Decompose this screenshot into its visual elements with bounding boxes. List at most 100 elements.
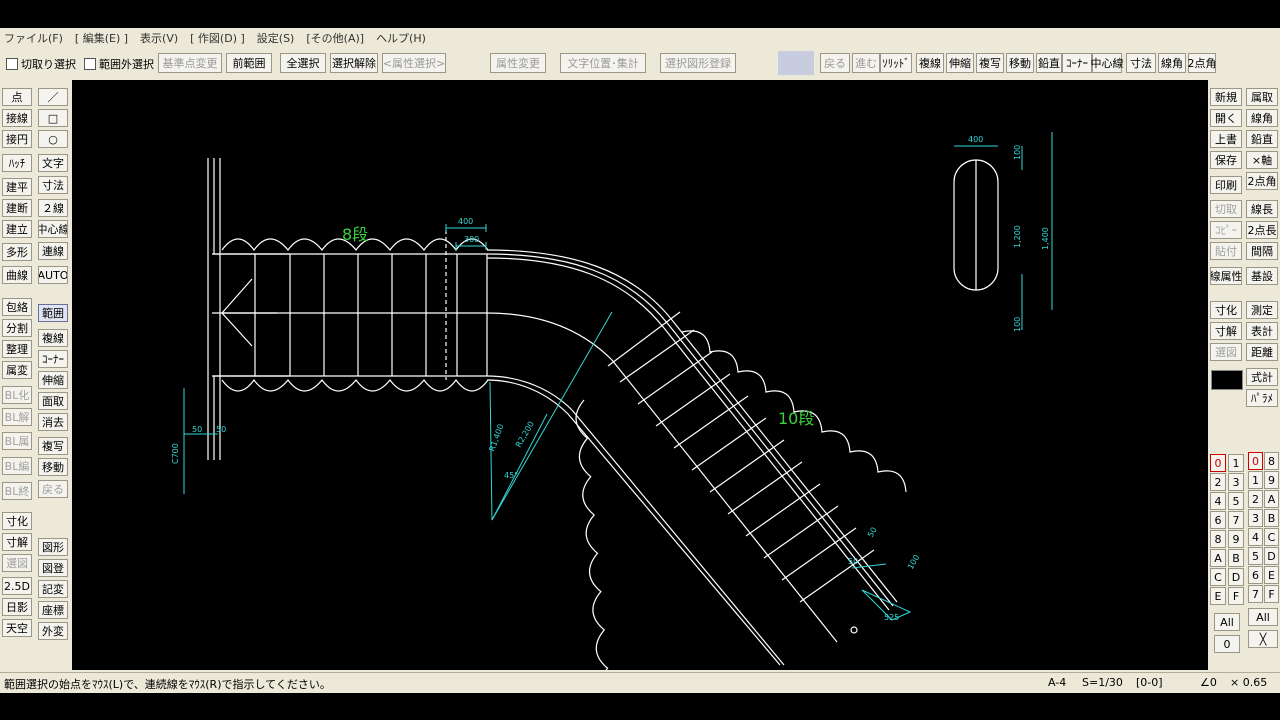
line-color-swatch[interactable] — [1211, 370, 1243, 390]
right-tool2-3[interactable]: ×軸 — [1246, 151, 1278, 169]
right-tool-9[interactable]: 寸化 — [1210, 301, 1242, 319]
layer-group-C[interactable]: C — [1210, 568, 1226, 586]
layer-group-2[interactable]: 2 — [1210, 473, 1226, 491]
left-tool-21[interactable]: 2.5D — [2, 577, 32, 595]
left-tool-14[interactable]: BL解 — [2, 408, 32, 426]
right-tool2-4[interactable]: 2点角 — [1246, 172, 1278, 190]
left-tool2-16[interactable]: 移動 — [38, 458, 68, 476]
layer-group-D[interactable]: D — [1228, 568, 1244, 586]
all-layers-button[interactable]: All — [1248, 608, 1278, 626]
move-button[interactable]: 移動 — [1006, 53, 1034, 73]
left-tool2-13[interactable]: 面取 — [38, 392, 68, 410]
layer-group-A[interactable]: A — [1210, 549, 1226, 567]
layer-8[interactable]: 8 — [1264, 452, 1279, 470]
right-tool-2[interactable]: 上書 — [1210, 130, 1242, 148]
layer-0[interactable]: 0 — [1248, 452, 1263, 470]
cut-select-checkbox[interactable]: 切取り選択 — [6, 56, 76, 72]
left-tool-1[interactable]: 接線 — [2, 109, 32, 127]
layer-group-1[interactable]: 1 — [1228, 454, 1244, 472]
right-tool2-5[interactable]: 線長 — [1246, 200, 1278, 218]
cad-drawing[interactable]: 400 300 R1,400 R2,200 45° C700 50 50 50 … — [72, 80, 1208, 670]
left-tool2-22[interactable]: 外変 — [38, 622, 68, 640]
layer-group-3[interactable]: 3 — [1228, 473, 1244, 491]
layer-group-0[interactable]: 0 — [1210, 454, 1226, 472]
left-tool-16[interactable]: BL編 — [2, 457, 32, 475]
right-tool-4[interactable]: 印刷 — [1210, 176, 1242, 194]
angle-readout[interactable]: ∠0 — [1200, 676, 1217, 689]
left-tool-4[interactable]: 建平 — [2, 178, 32, 196]
back-button[interactable]: 戻る — [820, 53, 850, 73]
right-tool-8[interactable]: 線属性 — [1210, 267, 1242, 285]
layer-9[interactable]: 9 — [1264, 471, 1279, 489]
right-tool-0[interactable]: 新規 — [1210, 88, 1242, 106]
right-tool2-7[interactable]: 間隔 — [1246, 242, 1278, 260]
left-tool2-9[interactable]: 範囲 — [38, 304, 68, 322]
left-tool2-4[interactable]: 寸法 — [38, 176, 68, 194]
left-tool-6[interactable]: 建立 — [2, 220, 32, 238]
layer-7[interactable]: 7 — [1248, 585, 1263, 603]
layer-6[interactable]: 6 — [1248, 566, 1263, 584]
right-tool2-8[interactable]: 基設 — [1246, 267, 1278, 285]
layer-2[interactable]: 2 — [1248, 490, 1263, 508]
right-tool2-10[interactable]: 表計 — [1246, 322, 1278, 340]
left-tool-22[interactable]: 日影 — [2, 598, 32, 616]
layer-group-zero-button[interactable]: 0 — [1214, 635, 1240, 653]
attribute-select-button[interactable]: <属性選択> — [382, 53, 446, 73]
right-tool2-13[interactable]: ﾊﾟﾗﾒ — [1246, 389, 1278, 407]
left-tool-7[interactable]: 多形 — [2, 243, 32, 261]
vertical-button[interactable]: 鉛直 — [1036, 53, 1062, 73]
left-tool-8[interactable]: 曲線 — [2, 266, 32, 284]
left-tool2-8[interactable]: AUTO — [38, 266, 68, 284]
layer-3[interactable]: 3 — [1248, 509, 1263, 527]
drawing-canvas[interactable]: 400 300 R1,400 R2,200 45° C700 50 50 50 … — [72, 80, 1208, 670]
menu-other[interactable]: [その他(A)] — [306, 30, 364, 46]
menu-file[interactable]: ファイル(F) — [4, 30, 63, 46]
copy-button[interactable]: 複写 — [976, 53, 1004, 73]
menu-edit[interactable]: [ 編集(E) ] — [75, 30, 128, 46]
right-tool-11[interactable]: 選図 — [1210, 343, 1242, 361]
layer-group-B[interactable]: B — [1228, 549, 1244, 567]
right-tool2-11[interactable]: 距離 — [1246, 343, 1278, 361]
layer-A[interactable]: A — [1264, 490, 1279, 508]
left-tool2-21[interactable]: 座標 — [38, 601, 68, 619]
menu-help[interactable]: ヘルプ(H) — [376, 30, 426, 46]
left-tool2-1[interactable]: □ — [38, 109, 68, 127]
line-angle-button[interactable]: 線角 — [1158, 53, 1186, 73]
left-tool-12[interactable]: 属変 — [2, 361, 32, 379]
centerline-button[interactable]: 中心線 — [1091, 53, 1124, 73]
right-tool-7[interactable]: 貼付 — [1210, 242, 1242, 260]
left-tool-17[interactable]: BL終 — [2, 482, 32, 500]
paper-size[interactable]: A-4 — [1048, 676, 1066, 689]
layer-4[interactable]: 4 — [1248, 528, 1263, 546]
extend-button[interactable]: 伸縮 — [946, 53, 974, 73]
menu-draw[interactable]: [ 作図(D) ] — [190, 30, 245, 46]
left-tool2-11[interactable]: ｺｰﾅｰ — [38, 350, 68, 368]
left-tool-3[interactable]: ﾊｯﾁ — [2, 154, 32, 172]
layer-group-F[interactable]: F — [1228, 587, 1244, 605]
left-tool-5[interactable]: 建断 — [2, 199, 32, 217]
previous-range-button[interactable]: 前範囲 — [226, 53, 272, 73]
right-tool-5[interactable]: 切取 — [1210, 200, 1242, 218]
left-tool-13[interactable]: BL化 — [2, 386, 32, 404]
layer-F[interactable]: F — [1264, 585, 1279, 603]
left-tool2-5[interactable]: ２線 — [38, 199, 68, 217]
right-tool2-0[interactable]: 属取 — [1246, 88, 1278, 106]
all-layer-groups-button[interactable]: All — [1214, 613, 1240, 631]
right-tool2-12[interactable]: 式計 — [1246, 368, 1278, 386]
multi-line-button[interactable]: 複線 — [916, 53, 944, 73]
zoom-readout[interactable]: × 0.65 — [1230, 676, 1267, 689]
left-tool2-18[interactable]: 図形 — [38, 538, 68, 556]
left-tool-15[interactable]: BL属 — [2, 432, 32, 450]
attribute-change-button[interactable]: 属性変更 — [490, 53, 546, 73]
right-tool2-6[interactable]: 2点長 — [1246, 221, 1278, 239]
right-tool2-9[interactable]: 測定 — [1246, 301, 1278, 319]
close-icon[interactable]: ╳ — [1248, 630, 1278, 648]
layer-C[interactable]: C — [1264, 528, 1279, 546]
register-figure-button[interactable]: 選択図形登録 — [660, 53, 736, 73]
left-tool2-15[interactable]: 複写 — [38, 437, 68, 455]
two-point-angle-button[interactable]: 2点角 — [1188, 53, 1217, 73]
left-tool-19[interactable]: 寸解 — [2, 533, 32, 551]
left-tool2-17[interactable]: 戻る — [38, 480, 68, 498]
outside-select-checkbox[interactable]: 範囲外選択 — [84, 56, 154, 72]
base-point-change-button[interactable]: 基準点変更 — [158, 53, 222, 73]
